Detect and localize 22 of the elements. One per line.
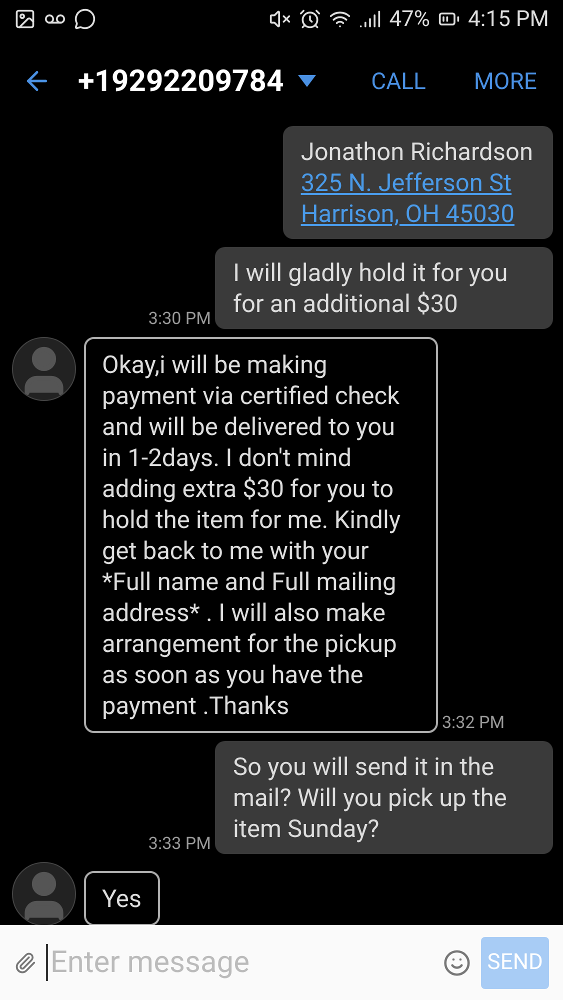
battery-percent: 47% bbox=[389, 6, 430, 32]
message-text: I will gladly hold it for you for an additional $30 bbox=[233, 257, 509, 319]
picture-icon bbox=[14, 8, 36, 30]
contact-number: +19292209784 bbox=[78, 64, 284, 98]
header-action[interactable]: CALL bbox=[363, 64, 434, 98]
message-text: Yes bbox=[102, 883, 142, 914]
message-text: So you will send it in the mail? Will you pick up the item Sunday? bbox=[233, 751, 508, 844]
message-text: Jonathon Richardson bbox=[300, 136, 533, 167]
message-time: 3:33 PM bbox=[148, 834, 211, 854]
signal-icon bbox=[359, 8, 382, 30]
alarm-icon bbox=[299, 8, 322, 30]
mute-icon bbox=[269, 8, 292, 30]
message-time: 3:32 PM bbox=[442, 713, 505, 733]
clock: 4:15 PM bbox=[468, 6, 549, 32]
address-link[interactable]: Harrison, OH 45030 bbox=[300, 198, 533, 229]
dropdown-icon[interactable] bbox=[298, 75, 316, 87]
message-time: 3:30 PM bbox=[148, 309, 211, 329]
message-text: Okay,i will be making payment via certified check and will be delivered to you in 1-2days. I don't mind adding extra $30 for you to hold the item for me. Kindly get back to me with your *Full name and Full mailing address* . I will also make arrangement for the pickup as soon as you have the payment .Thanks bbox=[102, 349, 402, 721]
header-action[interactable]: MORE bbox=[466, 64, 545, 98]
address-link[interactable]: 325 N. Jefferson St bbox=[300, 167, 533, 198]
message-input[interactable]: Enter message bbox=[46, 944, 434, 981]
chat-icon bbox=[74, 8, 96, 30]
